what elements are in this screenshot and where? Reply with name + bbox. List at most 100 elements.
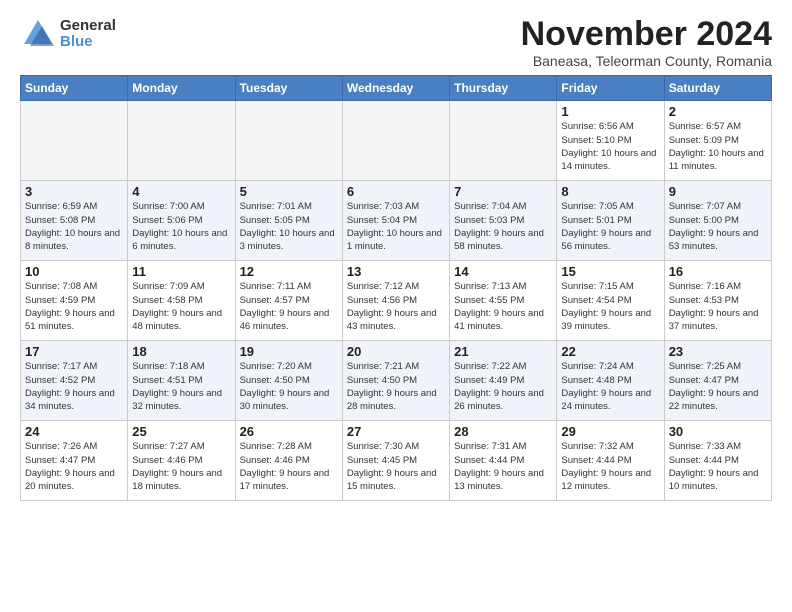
day-info: Sunrise: 7:17 AM Sunset: 4:52 PM Dayligh…: [25, 360, 123, 413]
day-number: 8: [561, 184, 659, 199]
month-title: November 2024: [521, 16, 772, 53]
table-row: 3Sunrise: 6:59 AM Sunset: 5:08 PM Daylig…: [21, 181, 128, 261]
day-number: 21: [454, 344, 552, 359]
table-row: [342, 101, 449, 181]
table-row: 11Sunrise: 7:09 AM Sunset: 4:58 PM Dayli…: [128, 261, 235, 341]
day-info: Sunrise: 7:31 AM Sunset: 4:44 PM Dayligh…: [454, 440, 552, 493]
day-info: Sunrise: 7:25 AM Sunset: 4:47 PM Dayligh…: [669, 360, 767, 413]
day-info: Sunrise: 7:26 AM Sunset: 4:47 PM Dayligh…: [25, 440, 123, 493]
day-info: Sunrise: 7:04 AM Sunset: 5:03 PM Dayligh…: [454, 200, 552, 253]
day-number: 9: [669, 184, 767, 199]
title-block: November 2024 Baneasa, Teleorman County,…: [521, 16, 772, 69]
day-number: 12: [240, 264, 338, 279]
logo-icon: [20, 16, 56, 52]
day-number: 11: [132, 264, 230, 279]
day-number: 6: [347, 184, 445, 199]
logo-blue-text: Blue: [60, 34, 116, 51]
day-number: 13: [347, 264, 445, 279]
day-number: 3: [25, 184, 123, 199]
calendar-table: Sunday Monday Tuesday Wednesday Thursday…: [20, 75, 772, 501]
day-info: Sunrise: 6:56 AM Sunset: 5:10 PM Dayligh…: [561, 120, 659, 173]
day-info: Sunrise: 7:30 AM Sunset: 4:45 PM Dayligh…: [347, 440, 445, 493]
calendar-week-row: 3Sunrise: 6:59 AM Sunset: 5:08 PM Daylig…: [21, 181, 772, 261]
table-row: 6Sunrise: 7:03 AM Sunset: 5:04 PM Daylig…: [342, 181, 449, 261]
day-number: 17: [25, 344, 123, 359]
table-row: [450, 101, 557, 181]
table-row: [21, 101, 128, 181]
day-number: 4: [132, 184, 230, 199]
day-number: 26: [240, 424, 338, 439]
logo-general-text: General: [60, 18, 116, 35]
table-row: 27Sunrise: 7:30 AM Sunset: 4:45 PM Dayli…: [342, 421, 449, 501]
day-info: Sunrise: 7:32 AM Sunset: 4:44 PM Dayligh…: [561, 440, 659, 493]
day-number: 29: [561, 424, 659, 439]
col-friday: Friday: [557, 76, 664, 101]
day-info: Sunrise: 7:00 AM Sunset: 5:06 PM Dayligh…: [132, 200, 230, 253]
day-info: Sunrise: 7:16 AM Sunset: 4:53 PM Dayligh…: [669, 280, 767, 333]
calendar-week-row: 10Sunrise: 7:08 AM Sunset: 4:59 PM Dayli…: [21, 261, 772, 341]
day-number: 30: [669, 424, 767, 439]
table-row: 12Sunrise: 7:11 AM Sunset: 4:57 PM Dayli…: [235, 261, 342, 341]
day-info: Sunrise: 7:13 AM Sunset: 4:55 PM Dayligh…: [454, 280, 552, 333]
table-row: 8Sunrise: 7:05 AM Sunset: 5:01 PM Daylig…: [557, 181, 664, 261]
day-info: Sunrise: 7:07 AM Sunset: 5:00 PM Dayligh…: [669, 200, 767, 253]
day-number: 10: [25, 264, 123, 279]
calendar-week-row: 1Sunrise: 6:56 AM Sunset: 5:10 PM Daylig…: [21, 101, 772, 181]
day-number: 24: [25, 424, 123, 439]
table-row: 25Sunrise: 7:27 AM Sunset: 4:46 PM Dayli…: [128, 421, 235, 501]
day-info: Sunrise: 7:22 AM Sunset: 4:49 PM Dayligh…: [454, 360, 552, 413]
day-info: Sunrise: 7:05 AM Sunset: 5:01 PM Dayligh…: [561, 200, 659, 253]
day-info: Sunrise: 7:09 AM Sunset: 4:58 PM Dayligh…: [132, 280, 230, 333]
day-info: Sunrise: 7:27 AM Sunset: 4:46 PM Dayligh…: [132, 440, 230, 493]
table-row: 20Sunrise: 7:21 AM Sunset: 4:50 PM Dayli…: [342, 341, 449, 421]
logo: General Blue: [20, 16, 116, 52]
day-number: 2: [669, 104, 767, 119]
page-header: General Blue November 2024 Baneasa, Tele…: [20, 16, 772, 69]
day-number: 23: [669, 344, 767, 359]
day-number: 14: [454, 264, 552, 279]
day-info: Sunrise: 7:20 AM Sunset: 4:50 PM Dayligh…: [240, 360, 338, 413]
day-info: Sunrise: 7:12 AM Sunset: 4:56 PM Dayligh…: [347, 280, 445, 333]
calendar-page: General Blue November 2024 Baneasa, Tele…: [0, 0, 792, 511]
table-row: 30Sunrise: 7:33 AM Sunset: 4:44 PM Dayli…: [664, 421, 771, 501]
logo-text: General Blue: [60, 18, 116, 51]
col-saturday: Saturday: [664, 76, 771, 101]
day-info: Sunrise: 7:11 AM Sunset: 4:57 PM Dayligh…: [240, 280, 338, 333]
col-monday: Monday: [128, 76, 235, 101]
col-thursday: Thursday: [450, 76, 557, 101]
table-row: 24Sunrise: 7:26 AM Sunset: 4:47 PM Dayli…: [21, 421, 128, 501]
table-row: 1Sunrise: 6:56 AM Sunset: 5:10 PM Daylig…: [557, 101, 664, 181]
table-row: 28Sunrise: 7:31 AM Sunset: 4:44 PM Dayli…: [450, 421, 557, 501]
header-row: Sunday Monday Tuesday Wednesday Thursday…: [21, 76, 772, 101]
day-info: Sunrise: 6:57 AM Sunset: 5:09 PM Dayligh…: [669, 120, 767, 173]
table-row: 4Sunrise: 7:00 AM Sunset: 5:06 PM Daylig…: [128, 181, 235, 261]
table-row: 23Sunrise: 7:25 AM Sunset: 4:47 PM Dayli…: [664, 341, 771, 421]
day-number: 7: [454, 184, 552, 199]
day-number: 15: [561, 264, 659, 279]
col-sunday: Sunday: [21, 76, 128, 101]
day-info: Sunrise: 7:01 AM Sunset: 5:05 PM Dayligh…: [240, 200, 338, 253]
table-row: 16Sunrise: 7:16 AM Sunset: 4:53 PM Dayli…: [664, 261, 771, 341]
day-number: 18: [132, 344, 230, 359]
day-number: 19: [240, 344, 338, 359]
day-number: 1: [561, 104, 659, 119]
table-row: 9Sunrise: 7:07 AM Sunset: 5:00 PM Daylig…: [664, 181, 771, 261]
calendar-week-row: 24Sunrise: 7:26 AM Sunset: 4:47 PM Dayli…: [21, 421, 772, 501]
table-row: 21Sunrise: 7:22 AM Sunset: 4:49 PM Dayli…: [450, 341, 557, 421]
day-info: Sunrise: 7:21 AM Sunset: 4:50 PM Dayligh…: [347, 360, 445, 413]
day-number: 5: [240, 184, 338, 199]
col-tuesday: Tuesday: [235, 76, 342, 101]
table-row: 14Sunrise: 7:13 AM Sunset: 4:55 PM Dayli…: [450, 261, 557, 341]
day-info: Sunrise: 7:15 AM Sunset: 4:54 PM Dayligh…: [561, 280, 659, 333]
day-number: 20: [347, 344, 445, 359]
table-row: [235, 101, 342, 181]
table-row: 18Sunrise: 7:18 AM Sunset: 4:51 PM Dayli…: [128, 341, 235, 421]
table-row: 22Sunrise: 7:24 AM Sunset: 4:48 PM Dayli…: [557, 341, 664, 421]
day-number: 27: [347, 424, 445, 439]
day-info: Sunrise: 6:59 AM Sunset: 5:08 PM Dayligh…: [25, 200, 123, 253]
table-row: 19Sunrise: 7:20 AM Sunset: 4:50 PM Dayli…: [235, 341, 342, 421]
location-subtitle: Baneasa, Teleorman County, Romania: [521, 53, 772, 69]
table-row: [128, 101, 235, 181]
table-row: 7Sunrise: 7:04 AM Sunset: 5:03 PM Daylig…: [450, 181, 557, 261]
day-number: 22: [561, 344, 659, 359]
